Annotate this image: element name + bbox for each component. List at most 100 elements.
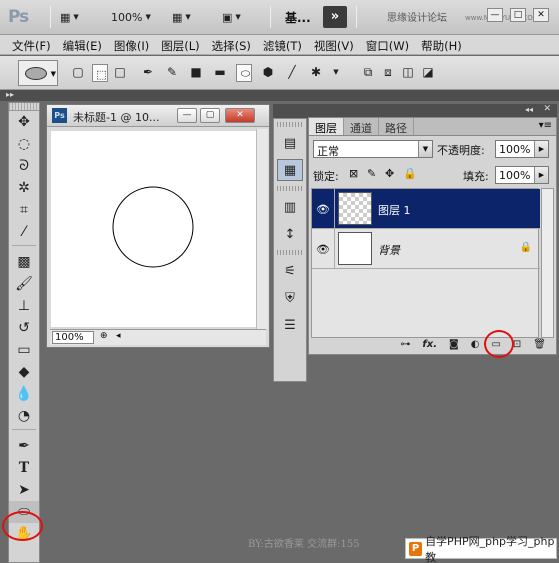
lock-all-icon[interactable]: 🔒 xyxy=(403,167,417,180)
clone-source-icon[interactable]: ⛨ xyxy=(277,287,303,309)
document-title: 未标题-1 @ 10... xyxy=(73,111,160,124)
brush-icon[interactable]: 🖌 xyxy=(9,273,39,295)
layer-mask-icon[interactable]: ◙ xyxy=(449,339,459,350)
expand-arrows-icon[interactable]: ▸▸ xyxy=(6,90,14,99)
fill-input[interactable]: 100% ▶ xyxy=(495,166,549,184)
maximize-app-button[interactable]: □ xyxy=(510,8,526,22)
polygon-icon[interactable]: ⬢ xyxy=(260,64,276,80)
line-icon[interactable]: ╱ xyxy=(284,64,300,80)
freeform-pen-icon[interactable]: ✎ xyxy=(164,64,180,80)
path-selection-icon[interactable]: ➤ xyxy=(9,479,39,501)
new-layer-icon[interactable]: ⊡ xyxy=(513,339,521,350)
layer-row-background[interactable]: 👁 背景 🔒 xyxy=(312,229,540,269)
clone-stamp-icon[interactable]: ⊥ xyxy=(9,295,39,317)
rectangle-icon[interactable]: ■ xyxy=(188,64,204,80)
custom-shape-icon[interactable]: ✱ xyxy=(308,64,324,80)
menu-window[interactable]: 窗口(W) xyxy=(360,35,415,54)
launch-bridge-button[interactable]: ▦ ▼ xyxy=(60,8,79,26)
brushes-panel-icon[interactable]: ⚟ xyxy=(277,260,303,282)
exclude-path-icon[interactable]: ◪ xyxy=(420,64,436,80)
type-tool-icon[interactable]: T xyxy=(9,457,39,479)
spot-healing-icon[interactable]: ▩ xyxy=(9,251,39,273)
screen-mode-button[interactable]: ▣ ▼ xyxy=(222,8,241,26)
opacity-input[interactable]: 100% ▶ xyxy=(495,140,549,158)
subtract-path-icon[interactable]: ⧈ xyxy=(380,64,396,80)
crop-icon[interactable]: ⌗ xyxy=(9,199,39,221)
lock-pixels-icon[interactable]: ✎ xyxy=(367,167,376,180)
zoom-level-select[interactable]: 100% ▼ xyxy=(111,8,151,26)
blur-icon[interactable]: 💧 xyxy=(9,383,39,405)
eraser-icon[interactable]: ▭ xyxy=(9,339,39,361)
layers-scrollbar[interactable] xyxy=(541,188,554,338)
menu-select[interactable]: 选择(S) xyxy=(206,35,257,54)
toolbox-grip[interactable] xyxy=(9,103,39,111)
paint-bucket-icon[interactable]: ◆ xyxy=(9,361,39,383)
lock-position-icon[interactable]: ✥ xyxy=(385,167,394,180)
menu-file[interactable]: 文件(F) xyxy=(6,35,57,54)
doc-zoom-field[interactable]: 100% xyxy=(52,331,94,344)
canvas[interactable] xyxy=(51,131,257,327)
layer-row-layer1[interactable]: 👁 图层 1 xyxy=(312,189,540,229)
tab-channels[interactable]: 通道 xyxy=(344,118,379,135)
adjustment-layer-icon[interactable]: ◐ xyxy=(471,339,480,350)
eye-icon[interactable]: 👁 xyxy=(316,203,330,216)
scroll-left-icon[interactable]: ◂ xyxy=(116,331,121,341)
document-title-bar[interactable]: Ps 未标题-1 @ 10... — ▢ ✕ xyxy=(47,105,269,127)
history-panel-icon[interactable]: ▤ xyxy=(277,132,303,154)
chevron-down-icon[interactable]: ▼ xyxy=(328,64,344,80)
tab-layers[interactable]: 图层 xyxy=(309,118,344,135)
collapse-arrows-icon[interactable]: ◂◂ xyxy=(525,105,533,114)
layer-name: 背景 xyxy=(378,244,400,257)
menu-help[interactable]: 帮助(H) xyxy=(415,35,468,54)
pen-tool-icon[interactable]: ✒ xyxy=(9,435,39,457)
workspace-switcher[interactable]: 基... xyxy=(285,9,311,26)
menu-layer[interactable]: 图层(L) xyxy=(155,35,205,54)
panel-menu-icon[interactable]: ▾≡ xyxy=(539,120,552,131)
doc-vertical-scrollbar[interactable] xyxy=(256,129,268,329)
blend-mode-select[interactable]: 正常 ▼ xyxy=(313,140,433,158)
panel-close-icon[interactable]: ✕ xyxy=(543,104,551,114)
tool-preset-picker[interactable]: ▼ xyxy=(18,60,58,86)
menu-view[interactable]: 视图(V) xyxy=(308,35,360,54)
tab-paths[interactable]: 路径 xyxy=(379,118,414,135)
eye-icon[interactable]: 👁 xyxy=(316,243,330,256)
close-app-button[interactable]: ✕ xyxy=(533,8,549,22)
lasso-icon[interactable]: ᘐ xyxy=(9,155,39,177)
layer-name: 图层 1 xyxy=(378,204,411,217)
watermark-text: 思缘设计论坛 xyxy=(387,13,447,24)
magic-wand-icon[interactable]: ✲ xyxy=(9,177,39,199)
doc-maximize-button[interactable]: ▢ xyxy=(200,108,220,123)
menu-filter[interactable]: 滤镜(T) xyxy=(257,35,308,54)
minimize-app-button[interactable]: — xyxy=(487,8,503,22)
info-panel-icon[interactable]: ↕ xyxy=(277,223,303,245)
pen-icon[interactable]: ✒ xyxy=(140,64,156,80)
link-layers-icon[interactable]: ⊶ xyxy=(400,339,410,350)
history-brush-icon[interactable]: ↺ xyxy=(9,317,39,339)
menu-image[interactable]: 图像(I) xyxy=(108,35,155,54)
move-tool-icon[interactable]: ✥ xyxy=(9,111,39,133)
chevron-down-icon: ▼ xyxy=(418,141,432,157)
dodge-icon[interactable]: ◔ xyxy=(9,405,39,427)
menu-edit[interactable]: 编辑(E) xyxy=(57,35,108,54)
panel-dock-strip: ▸▸ xyxy=(0,90,559,101)
paths-icon[interactable]: ⬚ xyxy=(92,64,108,82)
layer-style-icon[interactable]: fx. xyxy=(422,339,437,350)
doc-minimize-button[interactable]: — xyxy=(177,108,197,123)
intersect-path-icon[interactable]: ◫ xyxy=(400,64,416,80)
arrange-documents-button[interactable]: ▦ ▼ xyxy=(172,8,191,26)
swatches-panel-icon[interactable]: ▥ xyxy=(277,196,303,218)
add-to-path-icon[interactable]: ⧉ xyxy=(360,64,376,80)
tool-presets-icon[interactable]: ☰ xyxy=(277,314,303,336)
rounded-rectangle-icon[interactable]: ▬ xyxy=(212,64,228,80)
elliptical-marquee-icon[interactable]: ◌ xyxy=(9,133,39,155)
more-workspaces-button[interactable]: » xyxy=(323,6,347,28)
status-info-icon[interactable]: ⊕ xyxy=(100,331,108,341)
lock-transparency-icon[interactable]: ⊠ xyxy=(349,167,358,180)
ellipse-shape-icon[interactable]: ⬭ xyxy=(236,64,252,82)
shape-layers-icon[interactable]: ▢ xyxy=(70,64,86,80)
trash-icon[interactable]: 🗑 xyxy=(533,339,546,350)
eyedropper-icon[interactable]: ⁄ xyxy=(9,221,39,243)
fill-pixels-icon[interactable]: □ xyxy=(112,64,128,80)
actions-panel-icon[interactable]: ▦ xyxy=(277,159,303,181)
doc-close-button[interactable]: ✕ xyxy=(225,108,255,123)
